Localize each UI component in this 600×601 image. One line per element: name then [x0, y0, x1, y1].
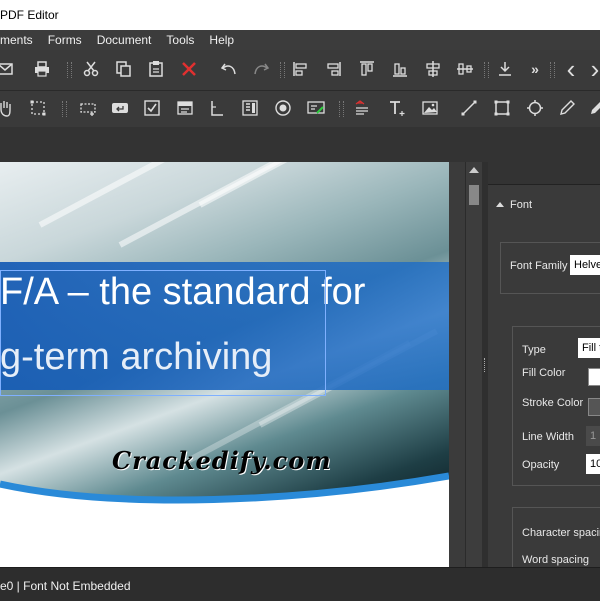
print-icon[interactable] — [31, 58, 53, 80]
ribbon-spacer — [0, 127, 600, 162]
title-bar: PDF Editor — [0, 0, 600, 30]
opacity-label: Opacity — [522, 459, 560, 471]
status-bar: e0 | Font Not Embedded — [0, 567, 600, 601]
button-icon[interactable] — [109, 97, 131, 119]
watermark-text: Crackedify.com — [112, 446, 332, 475]
copy-icon[interactable] — [112, 58, 134, 80]
text-selection-box[interactable] — [0, 270, 326, 396]
align-middle-icon[interactable] — [454, 58, 476, 80]
pdf-page[interactable]: F/A – the standard for g-term archiving … — [0, 162, 449, 567]
text-field-icon[interactable] — [206, 97, 228, 119]
align-right-icon[interactable] — [322, 58, 344, 80]
add-image-icon[interactable] — [419, 97, 441, 119]
pencil-icon[interactable] — [586, 97, 600, 119]
hand-icon[interactable] — [0, 97, 16, 119]
align-bottom-icon[interactable] — [389, 58, 411, 80]
stroke-color-swatch[interactable] — [588, 398, 600, 416]
line-width-label: Line Width — [522, 431, 574, 443]
checkbox-icon[interactable] — [141, 97, 163, 119]
line-icon[interactable] — [458, 97, 480, 119]
align-left-icon[interactable] — [290, 58, 312, 80]
properties-panel: Font Font Family Helve Type Fill t Fill … — [488, 162, 600, 569]
status-text: e0 | Font Not Embedded — [0, 579, 131, 593]
align-top-icon[interactable] — [356, 58, 378, 80]
pen-icon[interactable] — [556, 97, 578, 119]
radio-icon[interactable] — [272, 97, 294, 119]
font-section-header[interactable]: Font — [496, 199, 532, 211]
crop-icon[interactable] — [27, 97, 49, 119]
opacity-input[interactable]: 10 — [586, 454, 600, 474]
align-center-icon[interactable] — [422, 58, 444, 80]
toolbar-separator — [339, 101, 344, 117]
prev-icon[interactable]: ‹ — [560, 54, 582, 84]
menu-forms[interactable]: Forms — [48, 33, 82, 47]
type-label: Type — [522, 344, 546, 356]
stroke-color-label: Stroke Color — [522, 397, 584, 409]
window-title: PDF Editor — [0, 8, 59, 22]
main-toolbar: » ‹ › — [0, 50, 600, 91]
redo-icon[interactable] — [250, 58, 272, 80]
toolbar-separator — [67, 62, 72, 78]
text-edit-icon[interactable] — [351, 97, 373, 119]
toolbar-separator — [550, 62, 555, 78]
fill-color-swatch[interactable] — [588, 368, 600, 386]
scrollbar-thumb[interactable] — [469, 185, 479, 205]
splitter-grip-icon[interactable] — [484, 358, 487, 372]
listbox-icon[interactable] — [239, 97, 261, 119]
combobox-icon[interactable] — [174, 97, 196, 119]
font-family-label: Font Family — [510, 260, 568, 272]
scroll-up-arrow-icon[interactable] — [469, 167, 479, 173]
menu-bar: ments Forms Document Tools Help — [0, 30, 600, 50]
panel-header — [488, 162, 600, 185]
add-text-icon[interactable] — [386, 97, 408, 119]
next-icon[interactable]: › — [584, 54, 600, 84]
font-family-select[interactable]: Helve — [570, 255, 600, 275]
menu-document[interactable]: Document — [97, 33, 152, 47]
word-spacing-label: Word spacing — [522, 554, 590, 566]
delete-icon[interactable] — [178, 58, 200, 80]
tools-toolbar — [0, 91, 600, 128]
vertical-scrollbar[interactable] — [466, 162, 482, 567]
fill-color-label: Fill Color — [522, 367, 566, 379]
wave-decoration — [0, 472, 449, 567]
menu-tools[interactable]: Tools — [166, 33, 194, 47]
undo-icon[interactable] — [218, 58, 240, 80]
type-select[interactable]: Fill t — [578, 338, 600, 358]
paste-icon[interactable] — [145, 58, 167, 80]
cut-icon[interactable] — [80, 58, 102, 80]
more-icon[interactable]: » — [524, 58, 546, 80]
toolbar-separator — [280, 62, 285, 78]
toolbar-separator — [62, 101, 67, 117]
font-section-label: Font — [510, 199, 533, 211]
mail-icon[interactable] — [0, 58, 16, 80]
distribute-icon[interactable] — [494, 58, 516, 80]
line-width-input[interactable]: 1 — [586, 426, 600, 446]
character-spacing-label: Character spacin — [522, 527, 600, 539]
shape-icon[interactable] — [524, 97, 546, 119]
rectangle-icon[interactable] — [491, 97, 513, 119]
menu-help[interactable]: Help — [209, 33, 234, 47]
signature-icon[interactable] — [305, 97, 327, 119]
field-icon[interactable] — [77, 97, 99, 119]
toolbar-separator — [484, 62, 489, 78]
collapse-triangle-icon — [496, 202, 504, 207]
menu-comments[interactable]: ments — [0, 33, 33, 47]
